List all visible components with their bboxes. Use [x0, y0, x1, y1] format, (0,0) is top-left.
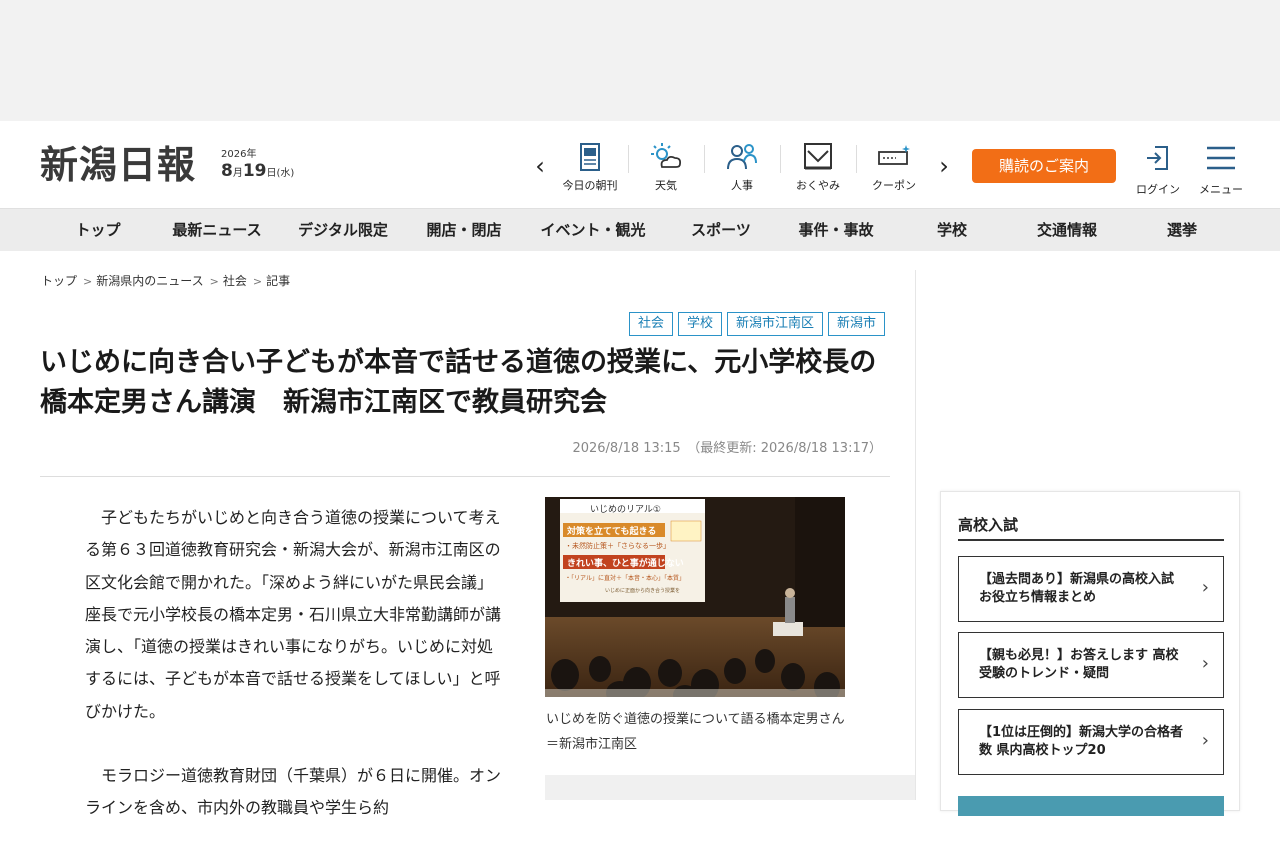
menu-label: メニュー — [1199, 183, 1243, 196]
hamburger-icon — [1207, 146, 1235, 170]
article-tags: 社会 学校 新潟市江南区 新潟市 — [628, 312, 885, 336]
weather-icon — [651, 143, 682, 168]
login-label: ログイン — [1136, 183, 1180, 196]
login-icon — [1147, 146, 1168, 170]
published-time: 2026/8/18 13:15 — [572, 441, 681, 456]
login-button[interactable]: ログイン — [1132, 143, 1184, 197]
article-title: いじめに向き合い子どもが本音で話せる道徳の授業に、元小学校長の橋本定男さん講演 … — [40, 347, 877, 418]
sidebar-card[interactable]: 【親も必見！】お答えします 高校受験のトレンド・疑問 › — [958, 632, 1224, 698]
sidebar-heading: 高校入試 — [958, 516, 1019, 534]
nav-shop-openings[interactable]: 開店・閉店 — [426, 209, 501, 252]
sidebar-banner-image[interactable] — [958, 796, 1224, 816]
chevron-right-icon: › — [1201, 730, 1209, 751]
nav-incidents[interactable]: 事件・事故 — [798, 209, 873, 252]
shortcut-label: 天気 — [655, 179, 677, 192]
article-photo[interactable]: いじめのリアル① 対策を立てても起きる ・未然防止策＋「さらなる一歩」 きれい事… — [545, 497, 845, 697]
shortcut-obituaries[interactable]: おくやみ — [780, 141, 856, 197]
article-body: 子どもたちがいじめと向き合う道徳の授業について考える第６３回道徳教育研究会・新潟… — [85, 502, 505, 857]
chevron-right-icon: › — [1201, 577, 1209, 598]
sidebar-card-title: 【親も必見！】お答えします 高校受験のトレンド・疑問 — [979, 648, 1179, 681]
site-logo[interactable]: 新潟日報 — [40, 141, 196, 189]
condolence-icon — [804, 143, 832, 170]
slide-title: いじめのリアル① — [590, 505, 661, 515]
sidebar-exam-box: 高校入試 【過去問あり】新潟県の高校入試 お役立ち情報まとめ › 【親も必見！】… — [940, 491, 1240, 816]
tag-school[interactable]: 学校 — [677, 312, 722, 336]
nav-digital-exclusive[interactable]: デジタル限定 — [298, 209, 388, 252]
sidebar-card[interactable]: 【過去問あり】新潟県の高校入試 お役立ち情報まとめ › — [958, 556, 1224, 622]
chevron-right-icon: › — [1201, 653, 1209, 674]
date-year: 2026年 — [221, 149, 257, 160]
coupon-icon — [878, 145, 910, 165]
breadcrumb-separator: > — [209, 275, 219, 288]
site-header: 新潟日報 2026年 8月19日(水) ‹ 今日の朝刊 天気 人事 おくやみ ク… — [0, 121, 1280, 208]
breadcrumb-society[interactable]: 社会 — [223, 274, 247, 288]
shortcut-personnel[interactable]: 人事 — [704, 141, 780, 197]
nav-traffic[interactable]: 交通情報 — [1037, 209, 1097, 252]
nav-sports[interactable]: スポーツ — [691, 209, 751, 252]
sidebar-card-title: 【過去問あり】新潟県の高校入試 お役立ち情報まとめ — [979, 572, 1175, 605]
sidebar-card-title: 【1位は圧倒的】新潟大学の合格者数 県内高校トップ20 — [979, 725, 1184, 758]
slide-line-3: きれい事、ひと事が通じない — [567, 559, 684, 569]
shortcut-label: クーポン — [872, 179, 916, 192]
date-month-day: 8月19日(水) — [221, 161, 295, 181]
nav-events-tourism[interactable]: イベント・観光 — [540, 209, 645, 252]
breadcrumb-prefecture-news[interactable]: 新潟県内のニュース — [96, 274, 203, 288]
newspaper-icon — [580, 143, 600, 171]
shortcut-label: 人事 — [731, 179, 753, 192]
shortcut-label: 今日の朝刊 — [562, 179, 618, 192]
shortcut-coupon[interactable]: クーポン — [856, 141, 932, 197]
slide-line-4: ・「リアル」に直対＋「本音・本心」「本質」 — [565, 575, 685, 582]
breadcrumb-article: 記事 — [266, 274, 291, 288]
subscribe-button[interactable]: 購読のご案内 — [972, 149, 1116, 183]
today-date: 2026年 8月19日(水) — [221, 149, 294, 184]
shortcut-weather[interactable]: 天気 — [628, 141, 704, 197]
global-nav: トップ 最新ニュース デジタル限定 開店・閉店 イベント・観光 スポーツ 事件・… — [0, 208, 1280, 251]
article-timestamp: 2026/8/18 13:15 （最終更新: 2026/8/18 13:17） — [572, 437, 882, 456]
nav-elections[interactable]: 選挙 — [1167, 209, 1197, 252]
top-ad-area — [0, 0, 1280, 121]
breadcrumb-separator: > — [252, 275, 263, 288]
updated-time: （最終更新: 2026/8/18 13:17） — [693, 441, 882, 456]
shortcut-morning-paper[interactable]: 今日の朝刊 — [552, 141, 628, 197]
sidebar-card[interactable]: 【1位は圧倒的】新潟大学の合格者数 県内高校トップ20 › — [958, 709, 1224, 775]
breadcrumb-separator: > — [83, 275, 93, 288]
article-paragraph: モラロジー道徳教育財団（千葉県）が６日に開催。オンラインを含め、市内外の教職員や… — [85, 766, 502, 818]
people-icon — [727, 144, 757, 170]
title-divider — [40, 476, 890, 477]
breadcrumb-top[interactable]: トップ — [41, 274, 77, 288]
article-paragraph: 子どもたちがいじめと向き合う道徳の授業について考える第６３回道徳教育研究会・新潟… — [85, 508, 502, 721]
menu-button[interactable]: メニュー — [1196, 143, 1246, 197]
slide-line-5: いじめに正面から向き合う授業を — [605, 588, 681, 594]
sidebar-heading-rule — [958, 539, 1224, 541]
tag-konan-ward[interactable]: 新潟市江南区 — [726, 312, 823, 336]
tag-society[interactable]: 社会 — [628, 312, 673, 336]
nav-schools[interactable]: 学校 — [937, 209, 967, 252]
breadcrumb: トップ > 新潟県内のニュース > 社会 > 記事 — [41, 272, 292, 289]
shortcut-label: おくやみ — [796, 179, 840, 192]
chevron-left-icon[interactable]: ‹ — [530, 151, 550, 181]
related-box — [545, 775, 915, 800]
chevron-right-icon[interactable]: › — [934, 151, 954, 181]
photo-caption: いじめを防ぐ道徳の授業について語る橋本定男さん＝新潟市江南区 — [546, 712, 845, 752]
nav-top[interactable]: トップ — [75, 209, 120, 252]
nav-latest-news[interactable]: 最新ニュース — [172, 209, 261, 252]
column-divider — [915, 270, 916, 800]
slide-line-1: 対策を立てても起きる — [567, 527, 657, 537]
slide-line-2: ・未然防止策＋「さらなる一歩」 — [565, 542, 670, 550]
tag-niigata-city[interactable]: 新潟市 — [827, 312, 885, 336]
